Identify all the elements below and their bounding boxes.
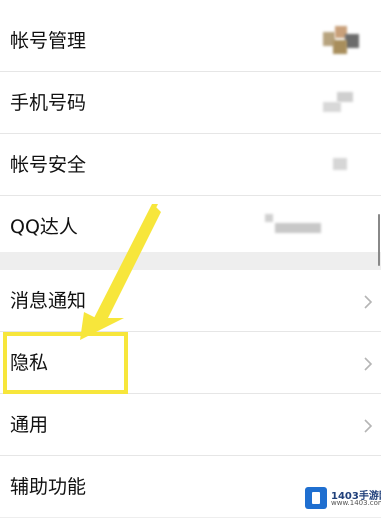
settings-row-label: 手机号码 (10, 92, 87, 114)
settings-row-label: 帐号管理 (10, 30, 87, 52)
settings-row-label: 辅助功能 (10, 476, 87, 498)
phone-number-value (323, 92, 355, 114)
settings-row-label: QQ达人 (10, 216, 78, 238)
settings-row-account-management[interactable]: 帐号管理 (0, 10, 381, 72)
scrollbar[interactable] (378, 214, 380, 266)
settings-row-general[interactable]: 通用 (0, 394, 381, 456)
watermark-logo-icon (305, 487, 327, 509)
chevron-right-icon (364, 419, 373, 433)
settings-row-label: 消息通知 (10, 290, 87, 312)
watermark-subtext: www.1403.com (331, 499, 381, 507)
account-security-status (333, 158, 347, 170)
settings-row-account-security[interactable]: 帐号安全 (0, 134, 381, 196)
settings-row-phone-number[interactable]: 手机号码 (0, 72, 381, 134)
settings-row-label: 帐号安全 (10, 154, 87, 176)
settings-row-label: 通用 (10, 414, 49, 436)
account-settings-section: 帐号管理 手机号码 帐号安全 QQ达人 (0, 0, 381, 252)
avatar (323, 26, 359, 56)
chevron-right-icon (364, 295, 373, 309)
privacy-highlight-box (3, 332, 128, 394)
chevron-right-icon (364, 357, 373, 371)
site-watermark-logo: 1403手游网 www.1403.com (303, 485, 381, 511)
qq-expert-value (265, 214, 325, 236)
settings-row-qq-expert[interactable]: QQ达人 (0, 196, 381, 252)
settings-row-notifications[interactable]: 消息通知 (0, 270, 381, 332)
